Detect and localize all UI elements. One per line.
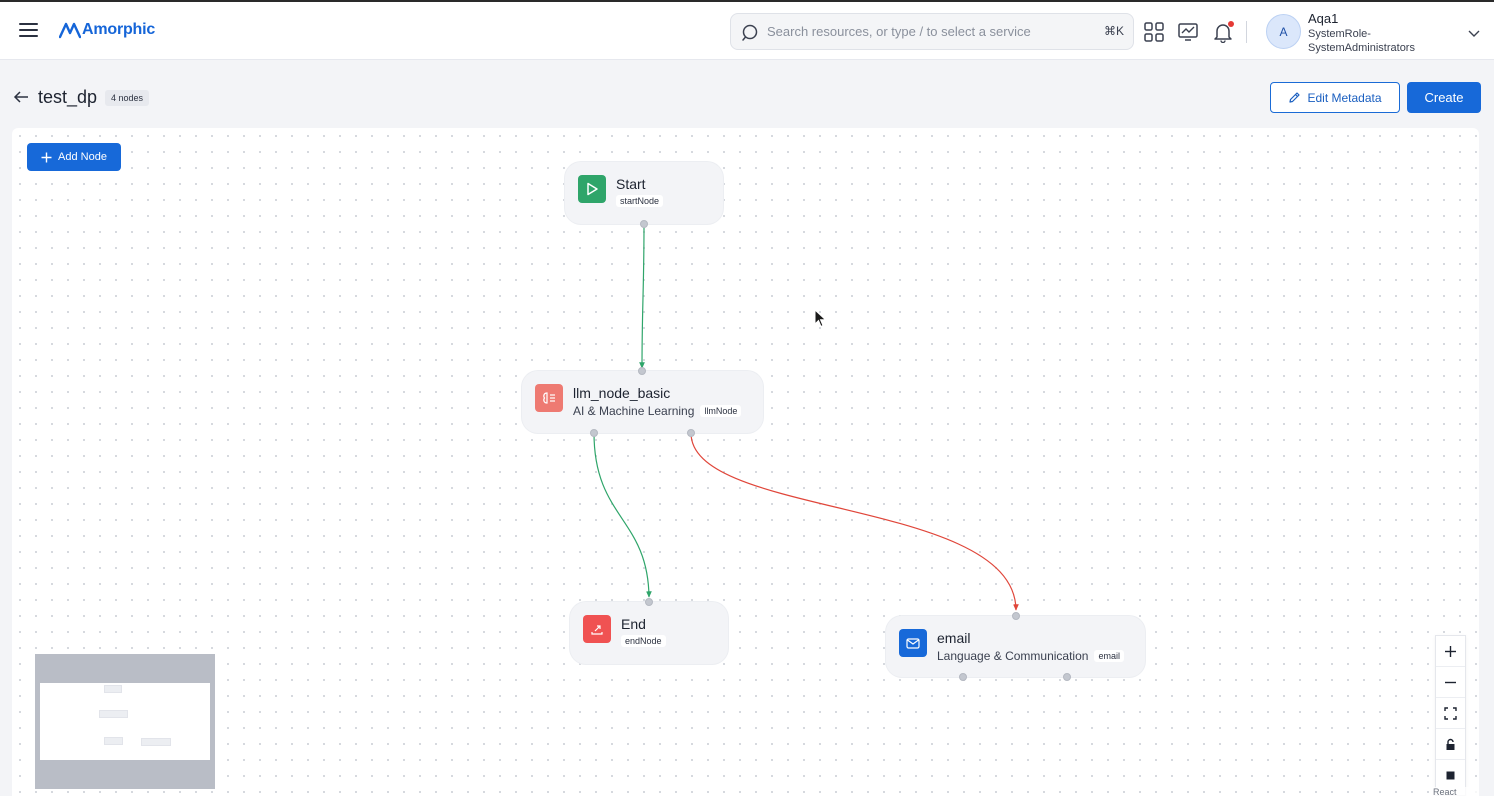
page-title: test_dp <box>38 87 98 107</box>
edges-layer <box>593 223 1019 611</box>
plus-icon <box>41 152 52 162</box>
node-title: Start <box>616 176 646 192</box>
flow-node-email[interactable]: email Language & Communication email <box>886 612 1145 681</box>
menu-icon[interactable] <box>19 22 39 38</box>
lock-icon <box>1446 738 1455 750</box>
brain-chip-icon <box>535 384 563 412</box>
plus-icon <box>1445 645 1456 657</box>
fit-view-icon <box>1444 706 1457 720</box>
node-type-tag: email <box>1094 650 1124 662</box>
edit-metadata-label: Edit Metadata <box>1307 90 1382 105</box>
add-node-label: Add Node <box>58 151 107 163</box>
notification-badge <box>1228 21 1234 27</box>
search-shortcut: ⌘K <box>1103 24 1124 38</box>
output-handle[interactable] <box>687 429 695 437</box>
zoom-out-button[interactable] <box>1436 667 1465 698</box>
user-name: Aqa1 <box>1308 11 1339 26</box>
search-bar[interactable]: ⌘K <box>730 13 1134 50</box>
minimap-node <box>99 710 128 718</box>
search-input[interactable] <box>767 14 1097 49</box>
node-title: End <box>621 616 646 632</box>
node-category: Language & Communication <box>937 649 1089 663</box>
minimap-viewport[interactable] <box>40 683 210 760</box>
minimap[interactable] <box>35 654 215 789</box>
exit-icon <box>583 615 611 643</box>
square-icon <box>1446 771 1455 780</box>
edit-metadata-button[interactable]: Edit Metadata <box>1270 82 1400 113</box>
fit-view-button[interactable] <box>1436 698 1465 729</box>
monitor-chart-icon[interactable] <box>1177 21 1199 43</box>
node-type-tag: endNode <box>621 635 666 647</box>
input-handle[interactable] <box>645 598 653 606</box>
node-category: AI & Machine Learning <box>573 404 695 418</box>
mail-icon <box>899 629 927 657</box>
output-handle[interactable] <box>959 673 967 681</box>
lock-button[interactable] <box>1436 729 1465 760</box>
chevron-down-icon[interactable] <box>1467 26 1481 40</box>
avatar[interactable]: A <box>1266 14 1301 49</box>
edge-start-to-llm <box>639 223 645 369</box>
add-node-button[interactable]: Add Node <box>27 143 121 171</box>
minimap-node <box>104 685 122 693</box>
top-bar: Amorphic ⌘K A Aqa1 SystemRole-SystemAdmi… <box>0 0 1494 60</box>
app-logo[interactable]: Amorphic <box>59 18 155 42</box>
output-handle[interactable] <box>640 220 648 228</box>
flow-node-llm[interactable]: llm_node_basic AI & Machine Learning llm… <box>522 367 763 437</box>
edge-llm-to-email <box>690 432 1019 611</box>
node-subtitle-row: AI & Machine Learning llmNode <box>573 404 742 418</box>
node-subtitle-row: endNode <box>621 635 666 647</box>
notifications-button[interactable] <box>1212 21 1234 44</box>
node-title: email <box>937 630 971 646</box>
output-handle[interactable] <box>590 429 598 437</box>
react-flow-attribution[interactable]: React Flow <box>1431 787 1479 796</box>
flow-node-start[interactable]: Start startNode <box>565 162 723 228</box>
output-handle[interactable] <box>1063 673 1071 681</box>
node-type-tag: llmNode <box>700 405 742 417</box>
minimap-node <box>104 737 123 745</box>
amorphic-logo-icon <box>59 22 81 39</box>
play-icon <box>578 175 606 203</box>
divider <box>1246 21 1247 43</box>
minus-icon <box>1445 681 1456 683</box>
minimap-node <box>141 738 171 746</box>
edge-llm-to-end <box>593 432 652 598</box>
apps-grid-icon[interactable] <box>1143 21 1165 43</box>
pencil-icon <box>1289 92 1301 103</box>
flow-node-end[interactable]: End endNode <box>570 598 728 664</box>
node-title: llm_node_basic <box>573 385 671 401</box>
logo-text: Amorphic <box>82 21 156 38</box>
flow-controls <box>1435 635 1466 796</box>
create-button[interactable]: Create <box>1407 82 1481 113</box>
node-subtitle-row: Language & Communication email <box>937 649 1124 663</box>
back-arrow-icon[interactable] <box>12 88 30 106</box>
input-handle[interactable] <box>638 367 646 375</box>
user-role: SystemRole-SystemAdministrators <box>1308 28 1415 54</box>
flow-canvas[interactable]: Add Node Start startNode llm_node_basic … <box>12 128 1479 796</box>
node-count-badge: 4 nodes <box>105 90 150 106</box>
node-subtitle-row: startNode <box>616 195 664 207</box>
node-type-tag: startNode <box>616 195 664 207</box>
zoom-in-button[interactable] <box>1436 636 1465 667</box>
input-handle[interactable] <box>1012 612 1020 620</box>
search-icon <box>742 24 758 41</box>
